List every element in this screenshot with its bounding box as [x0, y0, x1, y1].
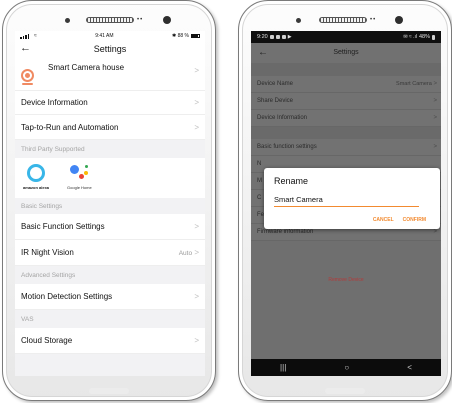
header: ← Settings	[15, 41, 205, 57]
chevron-right-icon: >	[194, 122, 199, 132]
google-assistant-icon	[69, 164, 89, 182]
chevron-right-icon: >	[433, 144, 437, 150]
row-tap-to-run[interactable]: Tap-to-Run and Automation >	[15, 115, 205, 140]
chevron-right-icon: >	[433, 229, 437, 235]
notification-tray: 9:20 ▶	[257, 34, 292, 40]
cancel-button[interactable]: CANCEL	[373, 217, 394, 223]
camera-icon	[21, 69, 34, 85]
dialog-title: Rename	[274, 176, 309, 186]
page-title: Settings	[93, 44, 127, 54]
battery-percent: 88 %	[177, 33, 189, 39]
row-basic-function-settings[interactable]: Basic function settings >	[251, 139, 441, 156]
section-third-party: Third Party Supported	[15, 140, 205, 158]
screen-left: ≈ 9:41 AM ✱ 88 % ← Settings Smart Camera…	[15, 31, 205, 376]
status-icons: ✉ ≈ .ıl 48%	[403, 34, 435, 40]
spacer	[251, 127, 441, 139]
dialog-actions: CANCEL CONFIRM	[373, 217, 426, 223]
phone-bottom-bezel	[325, 388, 365, 394]
phone-frame-right: •• 9:20 ▶ ✉ ≈ .ıl 48% ← Settings Device Na…	[238, 0, 452, 401]
row-label: Basic Function Settings	[21, 222, 105, 231]
row-motion-detection[interactable]: Motion Detection Settings >	[15, 284, 205, 310]
back-icon[interactable]: <	[407, 363, 412, 372]
third-party-logos: amazon alexa Google Home	[15, 158, 205, 198]
device-row[interactable]: Smart Camera house >	[15, 57, 205, 91]
alexa-logo[interactable]: amazon alexa	[23, 164, 49, 190]
front-camera-icon	[163, 16, 171, 24]
speaker-dots: ••	[137, 17, 144, 23]
row-label: Device Information	[257, 115, 308, 121]
status-battery: ✱ 88 %	[172, 33, 200, 39]
signal-icon: ≈	[20, 33, 37, 39]
row-label: Cloud Storage	[21, 336, 73, 345]
rename-dialog: Rename Smart Camera CANCEL CONFIRM	[264, 168, 440, 229]
android-nav-bar: ||| ○ <	[251, 359, 441, 376]
row-label: IR Night Vision	[21, 248, 74, 257]
row-label: Basic function settings	[257, 144, 317, 150]
confirm-button[interactable]: CONFIRM	[403, 217, 426, 223]
phone-frame-left: •• ≈ 9:41 AM ✱ 88 % ← Settings Smart Cam…	[2, 0, 216, 401]
recents-icon[interactable]: |||	[280, 363, 286, 372]
row-label: Device Information	[21, 98, 88, 107]
row-label: Motion Detection Settings	[21, 292, 113, 301]
chevron-right-icon: >	[194, 66, 199, 75]
phone-top-hardware: ••	[239, 14, 451, 26]
row-value: Auto	[178, 250, 193, 257]
alexa-label: amazon alexa	[23, 185, 50, 190]
row-label: N	[257, 161, 262, 167]
row-value: Smart Camera	[396, 81, 432, 87]
rename-input[interactable]: Smart Camera	[274, 195, 419, 207]
row-label: M	[257, 178, 262, 184]
section-basic: Basic Settings	[15, 198, 205, 214]
sensor-icon	[65, 18, 70, 23]
row-cloud-storage[interactable]: Cloud Storage >	[15, 328, 205, 354]
chevron-right-icon: >	[194, 248, 199, 257]
front-camera-icon	[395, 16, 403, 24]
phone-bottom-bezel	[89, 388, 129, 394]
chevron-right-icon: >	[194, 98, 199, 107]
home-icon[interactable]: ○	[344, 363, 349, 372]
sensor-icon	[296, 18, 301, 23]
speaker-grille	[86, 17, 134, 23]
row-device-name[interactable]: Device Name Smart Camera >	[251, 76, 441, 93]
device-name: Smart Camera house	[48, 63, 125, 72]
alexa-icon	[27, 164, 45, 182]
status-bar: 9:20 ▶ ✉ ≈ .ıl 48%	[251, 31, 441, 43]
status-time: 9:20	[257, 34, 268, 40]
remove-device-button[interactable]: Remove Device	[251, 277, 441, 283]
screen-right: 9:20 ▶ ✉ ≈ .ıl 48% ← Settings Device Name …	[251, 31, 441, 376]
page-title: Settings	[333, 49, 359, 56]
section-advanced: Advanced Settings	[15, 266, 205, 284]
chevron-right-icon: >	[194, 222, 199, 231]
row-label: Firmware information	[257, 229, 314, 235]
chevron-right-icon: >	[194, 292, 199, 301]
row-device-information[interactable]: Device Information >	[15, 91, 205, 115]
speaker-dots: ••	[370, 17, 377, 23]
chevron-right-icon: >	[433, 115, 437, 121]
google-home-logo[interactable]: Google Home	[67, 164, 92, 190]
speaker-grille	[319, 17, 367, 23]
chevron-right-icon: >	[433, 81, 437, 87]
row-label: Device Name	[257, 81, 294, 87]
row-label: C	[257, 195, 262, 201]
google-home-label: Google Home	[67, 185, 92, 190]
header: ← Settings	[251, 43, 441, 63]
row-basic-function-settings[interactable]: Basic Function Settings >	[15, 214, 205, 240]
row-label: Share Device	[257, 98, 294, 104]
spacer	[251, 63, 441, 76]
row-ir-night-vision[interactable]: IR Night Vision Auto >	[15, 240, 205, 266]
chevron-right-icon: >	[194, 336, 199, 345]
battery-percent: 48%	[418, 34, 430, 40]
section-vas: VAS	[15, 310, 205, 328]
status-bar: ≈ 9:41 AM ✱ 88 %	[15, 31, 205, 41]
row-share-device[interactable]: Share Device >	[251, 93, 441, 110]
chevron-right-icon: >	[433, 98, 437, 104]
battery-icon	[190, 33, 200, 38]
row-device-information[interactable]: Device Information >	[251, 110, 441, 127]
status-time: 9:41 AM	[95, 33, 114, 39]
row-label: Tap-to-Run and Automation	[21, 122, 119, 132]
phone-top-hardware: ••	[3, 14, 215, 26]
